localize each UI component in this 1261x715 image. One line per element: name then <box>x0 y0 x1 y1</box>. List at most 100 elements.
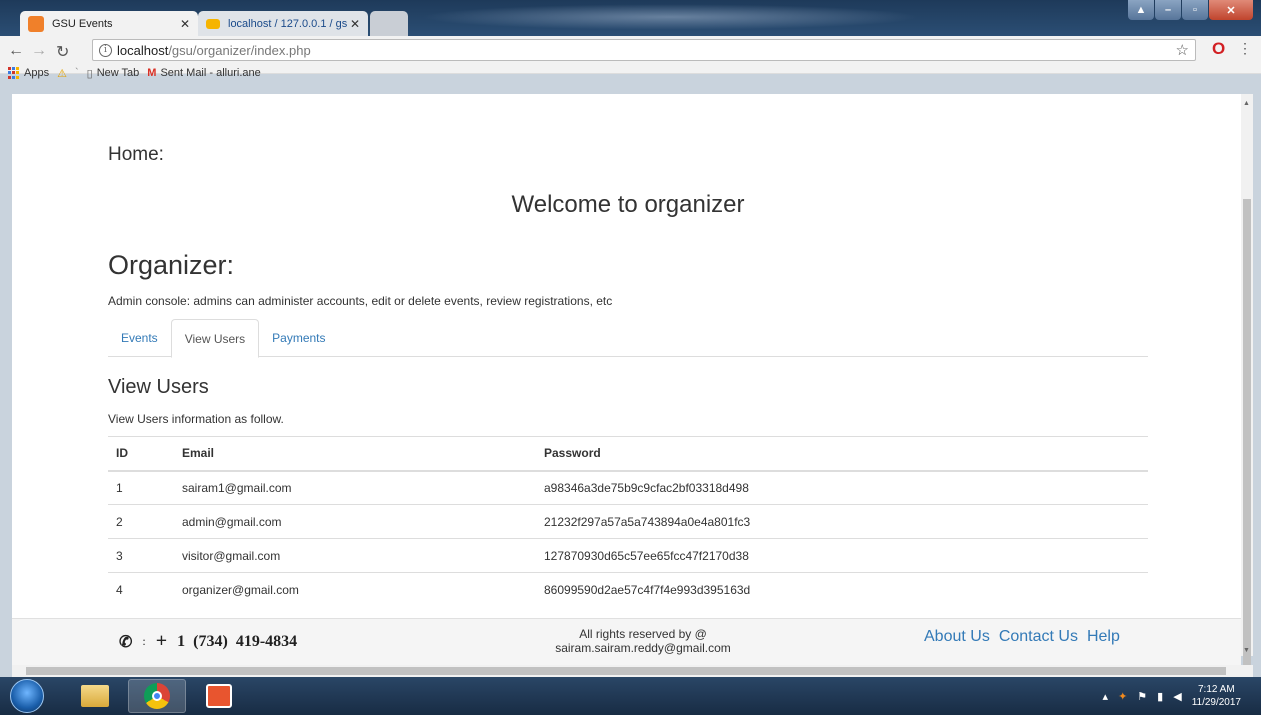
footer-links: About Us Contact Us Help <box>924 628 1120 646</box>
tray-app-icon[interactable]: ✦ <box>1118 690 1127 703</box>
url-path: /gsu/organizer/index.php <box>168 42 311 58</box>
forward-arrow-icon[interactable]: → <box>31 42 47 60</box>
minimize-icon[interactable]: – <box>1155 0 1181 20</box>
url-host: localhost <box>117 42 169 58</box>
page-viewport: Home: Welcome to organizer Organizer: Ad… <box>12 94 1241 666</box>
phpmyadmin-favicon-icon <box>206 18 220 29</box>
chrome-taskbar-icon[interactable] <box>128 679 186 713</box>
maximize-icon[interactable]: ▫ <box>1182 0 1208 20</box>
bookmark-apps[interactable]: Apps <box>8 67 49 79</box>
cell-email: organizer@gmail.com <box>174 572 536 607</box>
scroll-down-icon[interactable]: ▼ <box>1243 647 1250 654</box>
menu-dots-icon[interactable]: ⋮ <box>1238 40 1252 57</box>
bookmark-label: New Tab <box>96 67 140 79</box>
address-bar[interactable]: i localhost/gsu/organizer/index.php ☆ <box>92 39 1196 61</box>
scroll-up-icon[interactable]: ▲ <box>1243 100 1250 107</box>
table-row: 2 admin@gmail.com 21232f297a57a5a743894a… <box>108 504 1148 539</box>
horizontal-scrollbar[interactable] <box>12 665 1253 677</box>
back-arrow-icon[interactable]: ← <box>8 42 24 60</box>
bookmark-label: Sent Mail - alluri.ane <box>160 67 261 79</box>
table-row: 3 visitor@gmail.com 127870930d65c57ee65f… <box>108 538 1148 573</box>
about-us-link[interactable]: About Us <box>924 628 990 646</box>
bookmark-star-icon[interactable]: ☆ <box>1176 41 1189 59</box>
welcome-heading: Welcome to organizer <box>511 191 745 218</box>
phone-colon: : <box>142 634 146 648</box>
bookmark-sent-mail[interactable]: M Sent Mail - alluri.ane <box>147 67 260 79</box>
reload-icon[interactable]: ↻ <box>56 42 69 62</box>
organizer-description: Admin console: admins can administer acc… <box>108 294 613 308</box>
opera-extension-icon[interactable]: O <box>1212 39 1225 59</box>
titlebar-glow <box>420 4 920 30</box>
clock-date: 11/29/2017 <box>1191 697 1241 708</box>
phone-icon: ✆ <box>119 633 133 651</box>
gsu-favicon-icon <box>28 15 44 32</box>
header-email: Email <box>174 436 536 472</box>
cell-id: 4 <box>108 572 174 607</box>
table-header-row: ID Email Password <box>108 436 1148 472</box>
cell-password: 127870930d65c57ee65fcc47f2170d38 <box>536 538 1148 573</box>
contact-us-link[interactable]: Contact Us <box>999 628 1078 646</box>
phone-contact: ✆ : + 1 (734) 419-4834 <box>119 630 297 653</box>
bookmark-new-tab[interactable]: ▯ New Tab <box>87 67 140 80</box>
help-link[interactable]: Help <box>1087 628 1120 646</box>
gmail-icon: M <box>147 67 157 79</box>
cell-id: 2 <box>108 504 174 539</box>
bookmark-icon[interactable]: ⚠ <box>57 67 67 80</box>
tray-arrow-icon[interactable]: ▴ <box>1103 690 1109 703</box>
tab-payments[interactable]: Payments <box>259 319 338 357</box>
window-controls: ▲ – ▫ ✕ <box>1128 0 1253 20</box>
windows-taskbar: ▴ ✦ ⚑ ▮ ◀ 7:12 AM 11/29/2017 <box>0 677 1261 715</box>
bookmarks-bar: Apps ⚠ ` ▯ New Tab M Sent Mail - alluri.… <box>0 64 261 82</box>
tab-title: localhost / 127.0.0.1 / gs <box>228 17 348 30</box>
browser-tab-gsu-events[interactable]: GSU Events ✕ <box>20 11 198 36</box>
section-subtitle: View Users information as follow. <box>108 412 284 426</box>
tab-events[interactable]: Events <box>108 319 171 357</box>
page-icon: ▯ <box>86 67 93 80</box>
browser-toolbar: ← → ↻ i localhost/gsu/organizer/index.ph… <box>0 36 1261 80</box>
organizer-title: Organizer: <box>108 250 235 280</box>
flag-icon[interactable]: ⚑ <box>1137 690 1147 703</box>
app-taskbar-icon[interactable] <box>190 679 248 713</box>
plus-icon: + <box>155 630 168 652</box>
vertical-scrollbar[interactable]: ▲ ▼ <box>1241 94 1253 715</box>
close-window-icon[interactable]: ✕ <box>1209 0 1253 20</box>
browser-tab-phpmyadmin[interactable]: localhost / 127.0.0.1 / gs ✕ <box>198 11 368 36</box>
home-label: Home: <box>108 144 164 165</box>
organizer-tabs: Events View Users Payments <box>108 319 1148 358</box>
clock-time: 7:12 AM <box>1197 684 1235 695</box>
system-tray: ▴ ✦ ⚑ ▮ ◀ 7:12 AM 11/29/2017 <box>1103 683 1241 709</box>
header-id: ID <box>108 436 174 472</box>
copyright-text: All rights reserved by @ sairam.sairam.r… <box>518 627 768 655</box>
cell-password: 86099590d2ae57c4f7f4e993d395163d <box>536 572 1148 607</box>
page-footer: ✆ : + 1 (734) 419-4834 All rights reserv… <box>12 618 1241 666</box>
info-icon[interactable]: i <box>99 43 112 57</box>
tab-view-users[interactable]: View Users <box>170 319 260 358</box>
battery-icon[interactable]: ▮ <box>1157 690 1163 703</box>
header-password: Password <box>536 436 1148 472</box>
vertical-scroll-thumb[interactable] <box>1243 199 1251 715</box>
cell-password: a98346a3de75b9c9cfac2bf03318d498 <box>536 470 1148 505</box>
clock[interactable]: 7:12 AM 11/29/2017 <box>1192 683 1241 709</box>
profile-icon[interactable]: ▲ <box>1128 0 1154 20</box>
cell-email: admin@gmail.com <box>174 504 536 539</box>
file-explorer-icon[interactable] <box>66 679 124 713</box>
new-tab-button[interactable] <box>370 11 408 36</box>
browser-titlebar: GSU Events ✕ localhost / 127.0.0.1 / gs … <box>0 0 1261 36</box>
cell-email: visitor@gmail.com <box>174 538 536 573</box>
phone-number: 1 (734) 419-4834 <box>177 632 298 650</box>
rights-line-1: All rights reserved by @ <box>579 627 707 641</box>
bookmark-separator-icon: ` <box>74 67 79 79</box>
start-button-icon[interactable] <box>10 679 44 713</box>
volume-icon[interactable]: ◀ <box>1173 690 1181 703</box>
section-title: View Users <box>108 376 209 398</box>
tab-title: GSU Events <box>52 17 113 30</box>
horizontal-scroll-thumb[interactable] <box>26 667 1226 675</box>
tab-close-icon[interactable]: ✕ <box>180 17 190 31</box>
tab-close-icon[interactable]: ✕ <box>350 17 360 31</box>
cell-id: 3 <box>108 538 174 573</box>
bookmark-label: Apps <box>24 67 50 79</box>
table-row: 4 organizer@gmail.com 86099590d2ae57c4f7… <box>108 572 1148 607</box>
cell-password: 21232f297a57a5a743894a0e4a801fc3 <box>536 504 1148 539</box>
users-table: ID Email Password 1 sairam1@gmail.com a9… <box>108 436 1148 607</box>
rights-line-2: sairam.sairam.reddy@gmail.com <box>555 641 731 655</box>
